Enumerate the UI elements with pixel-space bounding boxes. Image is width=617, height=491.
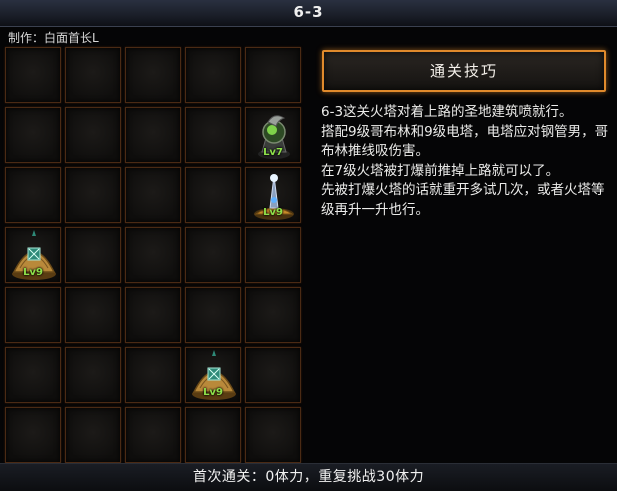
grid-cell[interactable] [245,407,301,463]
stamina-cost: 首次通关：0体力，重复挑战30体力 [0,463,617,491]
grid-cell[interactable] [125,47,181,103]
grid-cell[interactable] [65,107,121,163]
grid-cell[interactable] [245,287,301,343]
grid-cell[interactable] [65,47,121,103]
grid-cell[interactable] [5,407,61,463]
unit-level: Lv9 [203,387,223,398]
tip-line: 6-3这关火塔对着上路的圣地建筑喷就行。 [321,104,573,120]
stage-title: 6-3 [0,0,617,27]
tip-line: 搭配9级哥布林和9级电塔，电塔应对钢管男，哥布林推线吸伤害。 [321,123,609,160]
unit-level: Lv7 [263,147,283,158]
grid-cell[interactable] [65,227,121,283]
grid-cell[interactable] [125,287,181,343]
grid-cell[interactable] [185,407,241,463]
grid-cell[interactable] [185,227,241,283]
tips-text: 6-3这关火塔对着上路的圣地建筑喷就行。 搭配9级哥布林和9级电塔，电塔应对钢管… [321,103,611,220]
grid-cell[interactable] [5,287,61,343]
grid-cell[interactable] [125,347,181,403]
tips-button[interactable]: 通关技巧 [322,50,606,92]
grid-cell[interactable]: Lv9 [185,347,241,403]
tip-line: 在7级火塔被打爆前推掉上路就可以了。 [321,162,560,179]
grid-cell[interactable] [65,167,121,223]
grid-cell[interactable] [65,347,121,403]
grid-cell[interactable] [245,47,301,103]
deployment-grid: Lv7 Lv9 Lv9 Lv9 [4,46,304,466]
grid-cell[interactable] [125,407,181,463]
grid-cell[interactable]: Lv9 [245,167,301,223]
grid-cell[interactable] [245,227,301,283]
grid-cell[interactable]: Lv7 [245,107,301,163]
grid-cell[interactable] [125,167,181,223]
tip-line: 先被打爆火塔的话就重开多试几次，或者火塔等级再升一升也行。 [321,182,605,218]
grid-cell[interactable] [65,407,121,463]
grid-cell[interactable] [5,347,61,403]
grid-cell[interactable] [5,167,61,223]
grid-cell[interactable] [65,287,121,343]
author-credit: 制作：白面首长L [8,31,99,45]
unit-level: Lv9 [263,207,283,218]
grid-cell[interactable] [185,47,241,103]
grid-cell[interactable] [125,227,181,283]
grid-cell[interactable] [185,167,241,223]
grid-cell[interactable] [125,107,181,163]
grid-cell[interactable] [5,47,61,103]
grid-cell[interactable] [185,107,241,163]
grid-cell[interactable] [5,107,61,163]
grid-cell[interactable] [185,287,241,343]
grid-cell[interactable] [245,347,301,403]
unit-level: Lv9 [23,267,43,278]
grid-cell[interactable]: Lv9 [5,227,61,283]
